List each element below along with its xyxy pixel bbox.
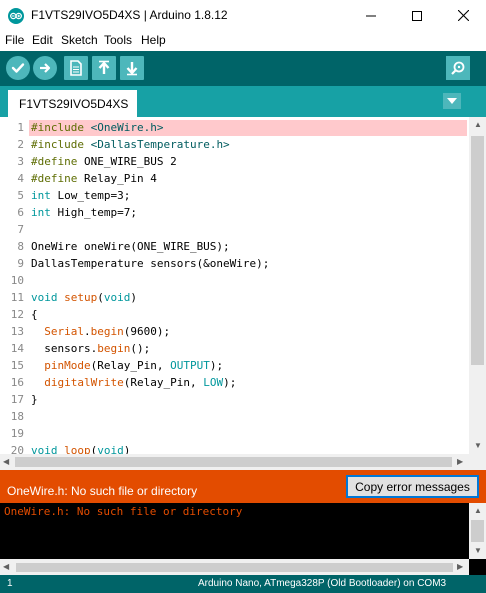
- arrow-up-icon: [98, 60, 110, 74]
- error-message: OneWire.h: No such file or directory: [7, 484, 198, 498]
- verify-button[interactable]: [6, 56, 30, 80]
- error-status-bar: OneWire.h: No such file or directory Cop…: [0, 470, 486, 503]
- open-button[interactable]: [92, 56, 116, 80]
- code-line: Serial.begin(9600);: [44, 325, 171, 338]
- new-sketch-button[interactable]: [64, 56, 88, 80]
- maximize-button[interactable]: [394, 0, 440, 31]
- title-bar: F1VTS29IVO5D4XS | Arduino 1.8.12: [0, 0, 486, 31]
- close-button[interactable]: [440, 0, 486, 31]
- tab-menu-button[interactable]: [443, 93, 461, 109]
- console-output[interactable]: OneWire.h: No such file or directory ▲ ▼…: [0, 503, 486, 575]
- code-line: #define ONE_WIRE_BUS 2: [31, 155, 177, 168]
- scroll-up-icon[interactable]: ▲: [474, 507, 482, 515]
- menu-tools[interactable]: Tools: [104, 33, 132, 47]
- serial-monitor-button[interactable]: [446, 56, 470, 80]
- line-number: 13: [10, 325, 24, 338]
- line-number: 8: [17, 240, 24, 253]
- line-number: 6: [17, 206, 24, 219]
- code-line: #define Relay_Pin 4: [31, 172, 157, 185]
- console-horizontal-scroll-thumb[interactable]: [16, 563, 453, 572]
- arrow-right-icon: [40, 63, 51, 73]
- copy-error-messages-button[interactable]: Copy error messages: [346, 475, 479, 498]
- new-file-icon: [70, 60, 82, 76]
- code-line: }: [31, 393, 38, 406]
- scroll-down-icon[interactable]: ▼: [474, 442, 482, 450]
- line-number: 17: [10, 393, 24, 406]
- maximize-icon: [412, 10, 422, 21]
- line-number: 2: [17, 138, 24, 151]
- line-number: 10: [10, 274, 24, 287]
- code-line: DallasTemperature sensors(&oneWire);: [31, 257, 270, 270]
- console-error-text: OneWire.h: No such file or directory: [4, 505, 243, 518]
- scroll-right-icon[interactable]: ▶: [457, 458, 463, 466]
- console-vertical-scroll-thumb[interactable]: [471, 520, 484, 542]
- code-line: void setup(void): [31, 291, 137, 304]
- code-line: sensors.begin();: [31, 342, 151, 355]
- line-number: 5: [17, 189, 24, 202]
- magnifier-icon: [451, 61, 465, 75]
- scroll-down-icon[interactable]: ▼: [474, 547, 482, 555]
- tab-strip: F1VTS29IVO5D4XS: [0, 86, 486, 117]
- line-number: 15: [10, 359, 24, 372]
- line-number: 18: [10, 410, 24, 423]
- code-line: int Low_temp=3;: [31, 189, 131, 202]
- menu-file[interactable]: File: [5, 33, 24, 47]
- save-button[interactable]: [120, 56, 144, 80]
- arrow-down-icon: [126, 62, 138, 76]
- upload-button[interactable]: [33, 56, 57, 80]
- code-line: #include <DallasTemperature.h>: [31, 138, 230, 151]
- menu-help[interactable]: Help: [141, 33, 166, 47]
- code-line: digitalWrite(Relay_Pin, LOW);: [44, 376, 237, 389]
- menu-bar: File Edit Sketch Tools Help: [0, 31, 486, 51]
- line-number: 16: [10, 376, 24, 389]
- scroll-right-icon[interactable]: ▶: [457, 563, 463, 571]
- footer-status-bar: 1 Arduino Nano, ATmega328P (Old Bootload…: [0, 575, 486, 593]
- code-line: int High_temp=7;: [31, 206, 137, 219]
- line-number: 7: [17, 223, 24, 236]
- toolbar: [0, 51, 486, 86]
- code-line: pinMode(Relay_Pin, OUTPUT);: [44, 359, 224, 372]
- code-line: OneWire oneWire(ONE_WIRE_BUS);: [31, 240, 230, 253]
- current-line-number: 1: [7, 578, 13, 589]
- triangle-down-icon: [447, 98, 457, 104]
- line-number: 1: [17, 121, 24, 134]
- line-number: 3: [17, 155, 24, 168]
- code-editor[interactable]: 1 2 3 4 5 6 7 8 9 10 11 12 13 14 15 16 1…: [0, 117, 486, 470]
- code-line: {: [31, 308, 38, 321]
- line-number: 11: [10, 291, 24, 304]
- tab-sketch[interactable]: F1VTS29IVO5D4XS: [8, 90, 137, 117]
- scroll-left-icon[interactable]: ◀: [3, 458, 9, 466]
- window-title: F1VTS29IVO5D4XS | Arduino 1.8.12: [31, 8, 228, 22]
- line-number: 14: [10, 342, 24, 355]
- minimize-icon: [366, 15, 376, 16]
- board-port-info: Arduino Nano, ATmega328P (Old Bootloader…: [198, 578, 447, 589]
- line-number: 19: [10, 427, 24, 440]
- line-number: 12: [10, 308, 24, 321]
- checkmark-icon: [11, 63, 25, 73]
- arduino-logo-icon: [8, 8, 24, 24]
- editor-vertical-scroll-thumb[interactable]: [471, 136, 484, 365]
- code-line: #include <OneWire.h>: [31, 121, 164, 134]
- line-number: 9: [17, 257, 24, 270]
- menu-edit[interactable]: Edit: [32, 33, 53, 47]
- close-icon: [457, 10, 469, 21]
- editor-horizontal-scroll-thumb[interactable]: [15, 457, 452, 467]
- minimize-button[interactable]: [348, 0, 394, 31]
- menu-sketch[interactable]: Sketch: [61, 33, 98, 47]
- scroll-left-icon[interactable]: ◀: [3, 563, 9, 571]
- line-number: 4: [17, 172, 24, 185]
- scroll-up-icon[interactable]: ▲: [474, 121, 482, 129]
